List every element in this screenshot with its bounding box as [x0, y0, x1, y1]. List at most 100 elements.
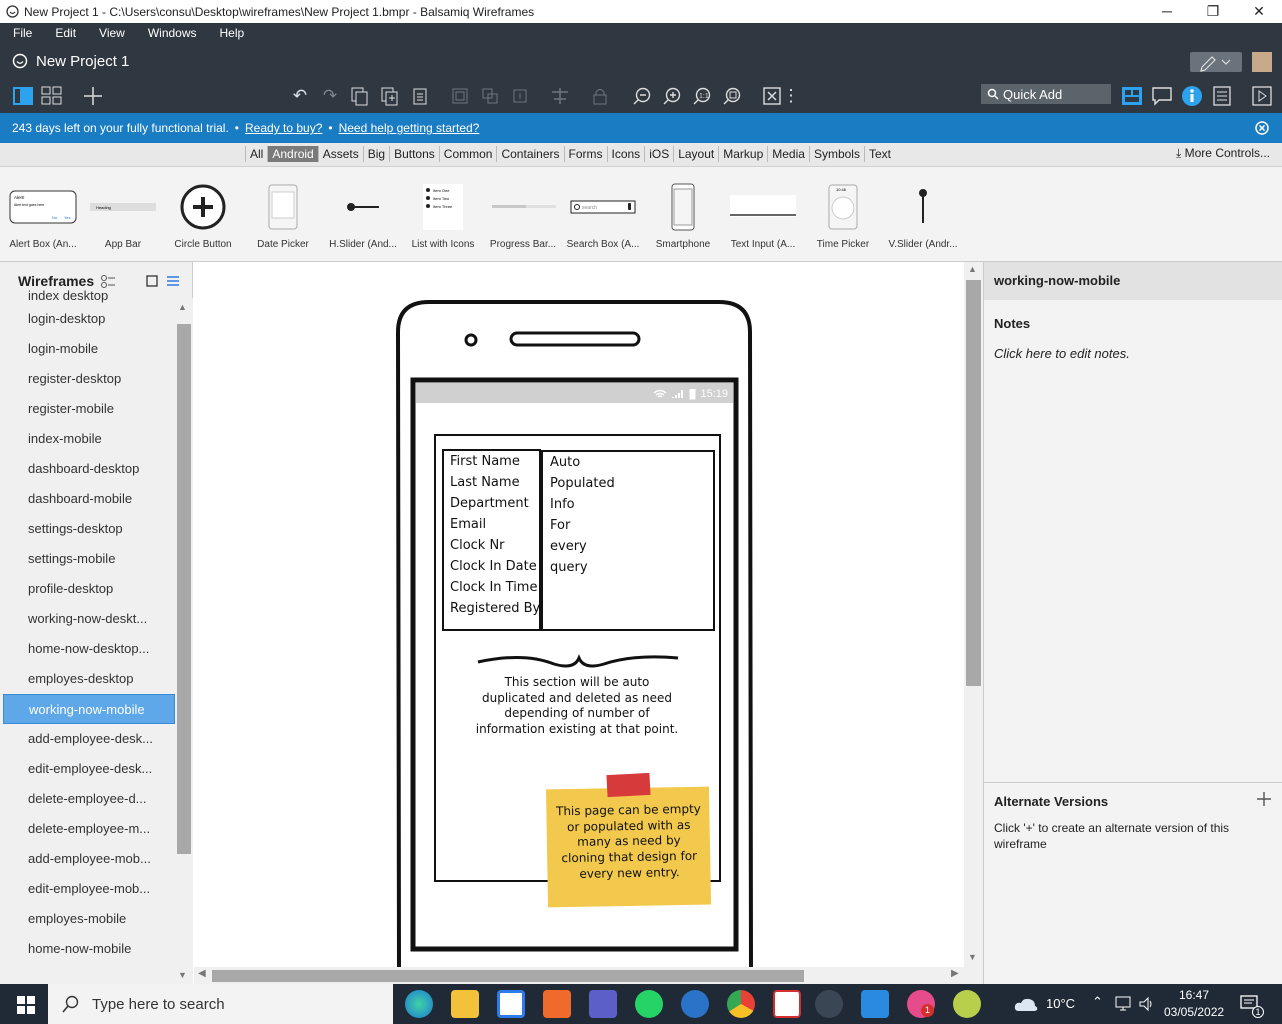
list-item[interactable]: login-desktop — [0, 304, 175, 334]
duplicate-icon[interactable] — [378, 84, 402, 108]
list-item[interactable]: profile-desktop — [0, 574, 175, 604]
scroll-down-icon[interactable]: ▼ — [178, 970, 187, 980]
library-item-text-input[interactable]: Text Input (A... — [723, 167, 803, 262]
scroll-down-icon[interactable]: ▼ — [968, 952, 977, 962]
file-explorer-icon[interactable] — [451, 990, 479, 1018]
weather-cloud-icon[interactable] — [1014, 995, 1038, 1013]
category-text[interactable]: Text — [863, 146, 895, 162]
scroll-right-icon[interactable]: ▶ — [951, 968, 959, 979]
menu-help[interactable]: Help — [207, 26, 255, 40]
wireframes-scrollbar[interactable]: ▲ ▼ — [175, 298, 193, 984]
menu-view[interactable]: View — [86, 26, 135, 40]
network-icon[interactable] — [1114, 996, 1132, 1012]
category-ios[interactable]: iOS — [644, 146, 673, 162]
thumbnail-view-icon[interactable] — [146, 275, 158, 287]
lock-icon[interactable] — [588, 84, 612, 108]
comments-icon[interactable] — [1150, 84, 1174, 108]
info-icon[interactable] — [1180, 84, 1204, 108]
list-item[interactable]: dashboard-mobile — [0, 484, 175, 514]
single-view-icon[interactable] — [10, 84, 36, 108]
wireframe-canvas[interactable]: 15:19 First Name Last Name Department Em… — [194, 262, 964, 967]
list-item[interactable]: add-employee-desk... — [0, 724, 175, 754]
arrange-icon[interactable] — [508, 84, 532, 108]
library-item-v-slider[interactable]: V.Slider (Andr... — [883, 167, 963, 262]
balsamiq-taskbar-icon[interactable] — [815, 990, 843, 1018]
clock[interactable]: 16:47 03/05/2022 — [1164, 987, 1224, 1021]
list-item[interactable]: employes-desktop — [0, 664, 175, 694]
pdf-app-icon[interactable] — [773, 990, 801, 1018]
category-forms[interactable]: Forms — [563, 146, 607, 162]
delete-icon[interactable] — [760, 84, 784, 108]
notes-editor[interactable]: Click here to edit notes. — [994, 346, 1130, 361]
library-item-time-picker[interactable]: 10:46 Time Picker — [803, 167, 883, 262]
list-item-selected[interactable]: working-now-mobile — [3, 694, 175, 724]
list-item[interactable]: settings-mobile — [0, 544, 175, 574]
list-item[interactable]: register-desktop — [0, 364, 175, 394]
library-item-app-bar[interactable]: Heading App Bar — [83, 167, 163, 262]
group-icon[interactable] — [448, 84, 472, 108]
whatsapp-icon[interactable] — [635, 990, 663, 1018]
list-item[interactable]: delete-employee-m... — [0, 814, 175, 844]
edit-mode-dropdown[interactable] — [1190, 52, 1242, 72]
list-item[interactable]: home-now-desktop... — [0, 634, 175, 664]
ready-to-buy-link[interactable]: Ready to buy? — [245, 121, 322, 135]
ungroup-icon[interactable] — [478, 84, 502, 108]
list-item[interactable]: register-mobile — [0, 394, 175, 424]
more-icon[interactable]: ⋮ — [783, 84, 800, 108]
zoom-out-icon[interactable] — [630, 84, 654, 108]
ui-library-icon[interactable] — [1120, 84, 1144, 108]
volume-icon[interactable] — [1138, 996, 1156, 1012]
chrome-icon[interactable] — [727, 990, 755, 1018]
mail-icon[interactable] — [681, 990, 709, 1018]
scrollbar-thumb[interactable] — [966, 280, 981, 686]
list-item[interactable]: home-now-mobile — [0, 934, 175, 964]
paste-icon[interactable] — [408, 84, 432, 108]
category-buttons[interactable]: Buttons — [389, 146, 439, 162]
copy-icon[interactable] — [348, 84, 372, 108]
grid-view-icon[interactable] — [40, 84, 64, 108]
actual-size-icon[interactable]: 1:1 — [690, 84, 714, 108]
office-app-icon[interactable] — [543, 990, 571, 1018]
menu-file[interactable]: File — [0, 26, 42, 40]
category-symbols[interactable]: Symbols — [808, 146, 864, 162]
menu-windows[interactable]: Windows — [135, 26, 207, 40]
presentation-icon[interactable] — [1250, 84, 1274, 108]
list-item[interactable]: edit-employee-mob... — [0, 874, 175, 904]
maximize-button[interactable]: ❐ — [1190, 3, 1236, 20]
add-wireframe-icon[interactable] — [81, 84, 105, 108]
vscode-icon[interactable] — [861, 990, 889, 1018]
library-item-h-slider[interactable]: H.Slider (And... — [323, 167, 403, 262]
windows-start-icon[interactable] — [17, 996, 35, 1014]
canvas-horizontal-scrollbar[interactable]: ◀ ▶ — [194, 967, 983, 984]
zoom-in-icon[interactable] — [660, 84, 684, 108]
align-icon[interactable] — [548, 84, 572, 108]
scroll-up-icon[interactable]: ▲ — [968, 264, 977, 274]
library-item-alert-box[interactable]: Alert! Alert text goes here No Yes Alert Bo… — [3, 167, 83, 262]
library-item-circle-button[interactable]: Circle Button — [163, 167, 243, 262]
add-alternate-button[interactable] — [1256, 790, 1272, 813]
scroll-left-icon[interactable]: ◀ — [198, 968, 206, 979]
scrollbar-thumb[interactable] — [177, 324, 191, 854]
more-controls-button[interactable]: ⤓ More Controls... — [1176, 146, 1270, 161]
taskbar-search-box[interactable]: Type here to search — [48, 984, 393, 1024]
list-view-icon[interactable] — [166, 275, 180, 287]
edge-icon[interactable] — [405, 990, 433, 1018]
teams-icon[interactable] — [589, 990, 617, 1018]
canvas-vertical-scrollbar[interactable]: ▲ ▼ — [964, 262, 983, 967]
list-item[interactable]: index-mobile — [0, 424, 175, 454]
paint-icon[interactable] — [953, 990, 981, 1018]
scrollbar-thumb[interactable] — [212, 970, 804, 982]
scroll-up-icon[interactable]: ▲ — [178, 302, 187, 312]
list-item[interactable]: edit-employee-desk... — [0, 754, 175, 784]
category-all[interactable]: All — [245, 146, 267, 162]
category-containers[interactable]: Containers — [496, 146, 563, 162]
library-item-list-with-icons[interactable]: Item One Item Two Item Three List with Ico… — [403, 167, 483, 262]
library-item-smartphone[interactable]: Smartphone — [643, 167, 723, 262]
list-item[interactable]: settings-desktop — [0, 514, 175, 544]
list-icon[interactable] — [1210, 84, 1234, 108]
list-item[interactable]: employes-mobile — [0, 904, 175, 934]
avatar[interactable] — [1252, 52, 1272, 72]
sort-icon[interactable] — [100, 274, 116, 288]
zoom-fit-icon[interactable] — [720, 84, 744, 108]
quick-add-input[interactable]: Quick Add — [981, 84, 1111, 104]
